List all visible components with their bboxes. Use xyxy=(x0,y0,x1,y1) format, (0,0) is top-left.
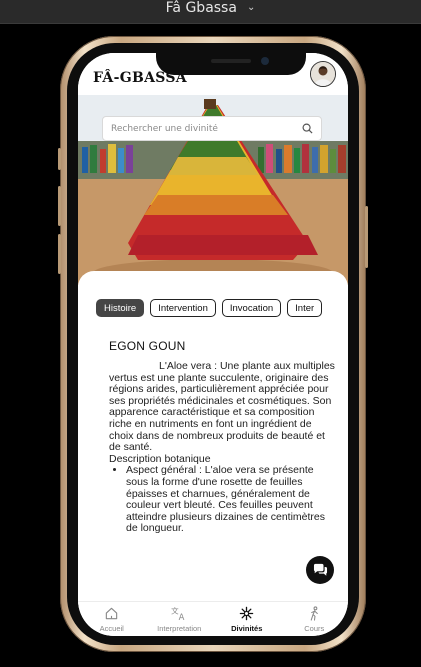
home-icon xyxy=(106,607,118,620)
tab-inter[interactable]: Inter xyxy=(287,299,323,317)
mute-switch xyxy=(58,148,61,170)
walking-icon xyxy=(310,606,318,621)
chevron-down-icon: ⌄ xyxy=(246,2,256,13)
article-body: L'Aloe vera : Une plante aux multiples v… xyxy=(109,361,337,593)
translate-icon: 文 A xyxy=(171,606,185,621)
volume-up-button xyxy=(58,186,61,226)
notch xyxy=(156,53,306,75)
app-screen: FÂ-GBASSA Rechercher une divinité Histoi… xyxy=(78,53,348,636)
speaker xyxy=(211,59,251,63)
window-titlebar: Fâ Gbassa ⌄ xyxy=(0,0,421,24)
tab-invocation[interactable]: Invocation xyxy=(221,299,282,317)
article-intro-paragraph: L'Aloe vera : Une plante aux multiples v… xyxy=(109,361,337,454)
tab-intervention[interactable]: Intervention xyxy=(150,299,216,317)
nav-label-interpretation: Interpretation xyxy=(157,624,202,633)
user-avatar-icon xyxy=(311,62,335,86)
bottom-navigation: Accueil 文 A Interpretation Divinités Cou… xyxy=(78,601,348,636)
svg-text:A: A xyxy=(178,612,184,621)
volume-down-button xyxy=(58,234,61,274)
nav-divinites[interactable]: Divinités xyxy=(213,602,281,636)
avatar[interactable] xyxy=(310,61,336,87)
window-title: Fâ Gbassa xyxy=(165,0,237,16)
search-bar[interactable]: Rechercher une divinité xyxy=(102,116,322,141)
window-title-dropdown[interactable]: Fâ Gbassa ⌄ xyxy=(166,1,256,15)
bullet-item: Aspect général : L'aloe vera se présente… xyxy=(126,465,337,535)
tab-bar: Histoire Intervention Invocation Inter xyxy=(96,299,348,319)
nav-label-divinites: Divinités xyxy=(231,624,263,633)
deity-icon xyxy=(240,606,254,621)
content-sheet: Histoire Intervention Invocation Inter E… xyxy=(78,271,348,601)
chat-button[interactable] xyxy=(306,556,334,584)
tab-histoire[interactable]: Histoire xyxy=(96,299,145,317)
chat-bubble-icon xyxy=(313,563,327,576)
hero-image: Rechercher une divinité xyxy=(78,95,348,285)
nav-label-cours: Cours xyxy=(304,624,325,633)
deity-title: EGON GOUN xyxy=(109,339,186,353)
nav-interpretation[interactable]: 文 A Interpretation xyxy=(146,602,214,636)
nav-cours[interactable]: Cours xyxy=(281,602,349,636)
phone-frame: FÂ-GBASSA Rechercher une divinité Histoi… xyxy=(58,36,368,652)
nav-accueil[interactable]: Accueil xyxy=(78,602,146,636)
nav-label-accueil: Accueil xyxy=(99,624,124,633)
bullet-list: Aspect général : L'aloe vera se présente… xyxy=(109,465,337,535)
search-input[interactable]: Rechercher une divinité xyxy=(111,124,302,134)
search-icon[interactable] xyxy=(302,123,313,134)
front-camera xyxy=(261,57,269,65)
article-intro: L'Aloe vera : Une plante aux multiples v… xyxy=(109,361,335,454)
power-button xyxy=(365,206,368,268)
